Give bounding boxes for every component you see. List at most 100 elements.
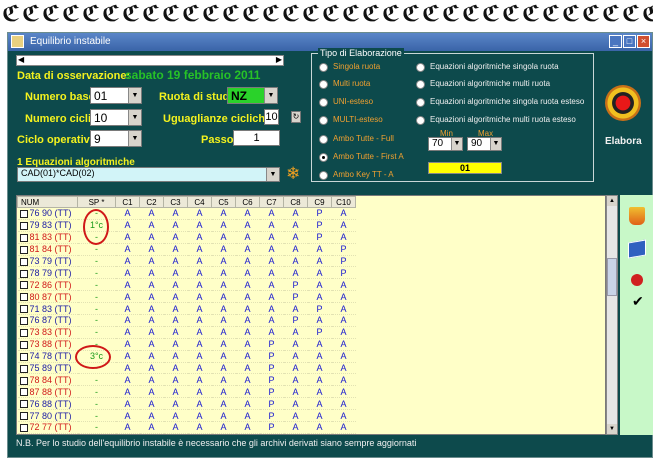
- column-header[interactable]: C2: [139, 196, 164, 208]
- ciclo-select[interactable]: 9 ▼: [90, 130, 142, 147]
- table-row[interactable]: 80 87 (TT) - A A A A A A A P A A: [17, 290, 356, 304]
- row-checkbox[interactable]: [19, 400, 28, 409]
- close-button[interactable]: ×: [637, 35, 650, 48]
- table-row[interactable]: 72 77 (TT) - A A A A A A P A A A: [17, 421, 356, 434]
- chevron-down-icon[interactable]: ▼: [128, 131, 141, 146]
- scroll-thumb[interactable]: [607, 258, 617, 296]
- table-row[interactable]: 87 88 (TT) - A A A A A A P A A A: [17, 385, 356, 399]
- table-row[interactable]: 73 83 (TT) - A A A A A A A A P A: [17, 326, 356, 339]
- minimize-button[interactable]: _: [609, 35, 622, 48]
- table-row[interactable]: 76 90 (TT) - A A A A A A A A P A: [17, 207, 356, 220]
- uguaglianze-field[interactable]: 10: [264, 109, 279, 125]
- column-header[interactable]: C10: [331, 196, 356, 208]
- row-num-cell[interactable]: 76 88 (TT): [17, 397, 78, 411]
- bucket-icon[interactable]: [629, 207, 645, 225]
- stop-icon[interactable]: [631, 274, 643, 286]
- scroll-up-icon[interactable]: ▲: [607, 196, 617, 206]
- book-icon[interactable]: [628, 239, 646, 259]
- radio-left-4[interactable]: [319, 135, 328, 144]
- elabora-button[interactable]: Elabora: [605, 136, 642, 147]
- row-num-cell[interactable]: 74 78 (TT): [17, 350, 78, 363]
- column-header[interactable]: C6: [235, 196, 260, 208]
- row-num-cell[interactable]: 72 77 (TT): [17, 421, 78, 434]
- numero-cicli-select[interactable]: 10 ▼: [90, 109, 142, 126]
- column-header[interactable]: C4: [187, 196, 212, 208]
- table-row[interactable]: 78 84 (TT) - A A A A A A P A A A: [17, 373, 356, 387]
- table-row[interactable]: 77 80 (TT) - A A A A A A P A A A: [17, 409, 356, 423]
- checkmark-icon[interactable]: ✔: [632, 293, 644, 310]
- ruota-select[interactable]: NZ ▼: [227, 87, 278, 104]
- radio-left-6[interactable]: [319, 171, 328, 180]
- min-select[interactable]: 70 ▼: [428, 137, 463, 151]
- date-scrollbar[interactable]: ◀ ▶: [16, 55, 284, 66]
- table-row[interactable]: 71 83 (TT) - A A A A A A A A P A: [17, 302, 356, 316]
- row-checkbox[interactable]: [19, 388, 28, 397]
- row-num-cell[interactable]: 71 83 (TT): [17, 302, 78, 316]
- snowflake-icon[interactable]: ❄: [286, 164, 300, 184]
- row-checkbox[interactable]: [19, 317, 28, 326]
- row-checkbox[interactable]: [19, 424, 28, 433]
- row-num-cell[interactable]: 72 86 (TT): [17, 278, 78, 292]
- row-checkbox[interactable]: [19, 376, 28, 385]
- table-row[interactable]: 76 87 (TT) - A A A A A A A P A A: [17, 314, 356, 327]
- row-num-cell[interactable]: 76 87 (TT): [17, 314, 78, 327]
- column-header[interactable]: C3: [163, 196, 188, 208]
- row-checkbox[interactable]: [19, 245, 28, 254]
- scroll-right-icon[interactable]: ▶: [276, 55, 282, 64]
- row-num-cell[interactable]: 77 80 (TT): [17, 409, 78, 423]
- column-header[interactable]: C8: [283, 196, 308, 208]
- radio-left-1[interactable]: [319, 80, 328, 89]
- chevron-down-icon[interactable]: ▼: [128, 88, 141, 103]
- scroll-down-icon[interactable]: ▼: [607, 424, 617, 434]
- row-num-cell[interactable]: 73 79 (TT): [17, 255, 78, 268]
- row-num-cell[interactable]: 73 83 (TT): [17, 326, 78, 339]
- row-num-cell[interactable]: 78 79 (TT): [17, 266, 78, 280]
- column-header[interactable]: C7: [259, 196, 284, 208]
- equazioni-select[interactable]: CAD(01)*CAD(02) ▼: [17, 167, 280, 182]
- column-header[interactable]: C9: [307, 196, 332, 208]
- row-checkbox[interactable]: [19, 352, 28, 361]
- row-num-cell[interactable]: 78 84 (TT): [17, 373, 78, 387]
- table-row[interactable]: 79 83 (TT) 1°c A A A A A A A A P A: [17, 219, 356, 232]
- table-row[interactable]: 74 78 (TT) 3°c A A A A A A P A A A: [17, 350, 356, 363]
- row-num-cell[interactable]: 73 88 (TT): [17, 338, 78, 351]
- row-checkbox[interactable]: [19, 210, 28, 219]
- row-checkbox[interactable]: [19, 364, 28, 373]
- table-row[interactable]: 73 88 (TT) - A A A A A A P A A A: [17, 338, 356, 351]
- radio-right-0[interactable]: [416, 63, 425, 72]
- key-field[interactable]: 01: [428, 162, 502, 174]
- row-checkbox[interactable]: [19, 269, 28, 278]
- row-num-cell[interactable]: 76 90 (TT): [17, 207, 78, 220]
- chevron-down-icon[interactable]: ▼: [264, 88, 277, 103]
- row-checkbox[interactable]: [19, 340, 28, 349]
- row-checkbox[interactable]: [19, 305, 28, 314]
- table-row[interactable]: 81 83 (TT) - A A A A A A A A P A: [17, 231, 356, 244]
- table-row[interactable]: 73 79 (TT) - A A A A A A A A A P: [17, 255, 356, 268]
- row-num-cell[interactable]: 79 83 (TT): [17, 219, 78, 232]
- chevron-down-icon[interactable]: ▼: [451, 138, 462, 150]
- table-row[interactable]: 75 89 (TT) - A A A A A A P A A A: [17, 362, 356, 375]
- column-header[interactable]: C1: [115, 196, 140, 208]
- row-checkbox[interactable]: [19, 412, 28, 421]
- column-header[interactable]: SP *: [77, 196, 116, 208]
- radio-left-0[interactable]: [319, 63, 328, 72]
- column-header[interactable]: C5: [211, 196, 236, 208]
- passo-field[interactable]: 1: [233, 130, 280, 146]
- radio-left-3[interactable]: [319, 116, 328, 125]
- column-header[interactable]: NUM: [17, 196, 78, 208]
- chevron-down-icon[interactable]: ▼: [128, 110, 141, 125]
- radio-left-2[interactable]: [319, 98, 328, 107]
- row-num-cell[interactable]: 81 84 (TT): [17, 243, 78, 256]
- maximize-button[interactable]: □: [623, 35, 636, 48]
- numero-base-select[interactable]: 01 ▼: [90, 87, 142, 104]
- row-checkbox[interactable]: [19, 233, 28, 242]
- row-num-cell[interactable]: 81 83 (TT): [17, 231, 78, 244]
- table-row[interactable]: 81 84 (TT) - A A A A A A A A A P: [17, 243, 356, 256]
- radio-right-3[interactable]: [416, 116, 425, 125]
- max-select[interactable]: 90 ▼: [467, 137, 502, 151]
- chevron-down-icon[interactable]: ▼: [266, 168, 279, 181]
- table-row[interactable]: 76 88 (TT) - A A A A A A P A A A: [17, 397, 356, 411]
- row-checkbox[interactable]: [19, 293, 28, 302]
- row-checkbox[interactable]: [19, 257, 28, 266]
- table-row[interactable]: 78 79 (TT) - A A A A A A A A A P: [17, 266, 356, 280]
